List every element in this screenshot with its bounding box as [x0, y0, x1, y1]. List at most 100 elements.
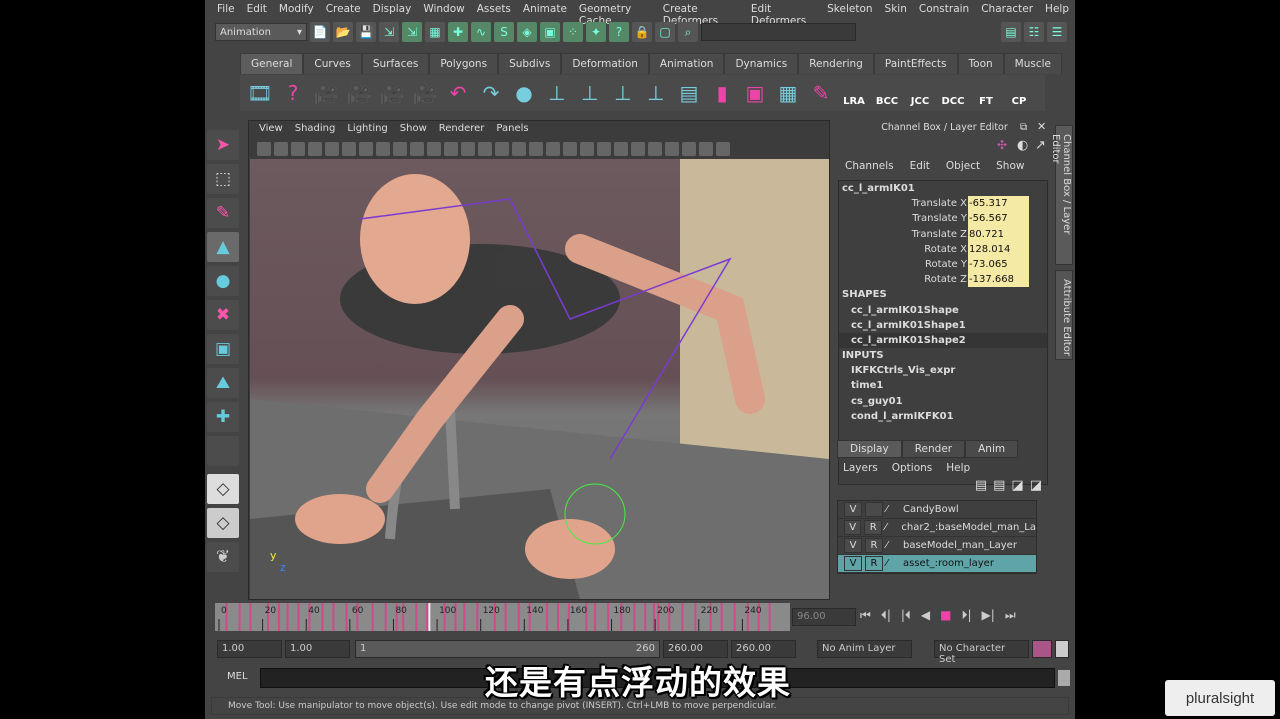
snap-live-icon[interactable]: ✦	[586, 22, 606, 42]
input-node[interactable]: time1	[839, 378, 1047, 393]
stop-icon[interactable]: ■	[940, 608, 951, 623]
shelf-button-dcc[interactable]: DCC	[939, 79, 967, 107]
menu-edit-deformers[interactable]: Edit Deformers	[745, 0, 821, 27]
attribute-row[interactable]: Rotate Y -73.065	[839, 256, 1047, 273]
menu-geometry-cache[interactable]: Geometry Cache	[573, 0, 657, 27]
viewport-tool-icon[interactable]	[614, 142, 628, 156]
reference-toggle[interactable]: R	[865, 538, 883, 553]
select-hierarchy-icon[interactable]: ⇲	[379, 22, 399, 42]
render-view-icon[interactable]: 🎞	[246, 79, 274, 107]
menu-create-deformers[interactable]: Create Deformers	[657, 0, 745, 27]
cubes-icon[interactable]: ▦	[774, 79, 802, 107]
anim-layer-dropdown[interactable]: No Anim Layer	[817, 640, 912, 658]
keyframe-mark[interactable]	[321, 603, 324, 631]
layer-color-swatch[interactable]: ⁄	[886, 504, 900, 515]
tab-render[interactable]: Render	[901, 440, 966, 458]
viewport-tool-icon[interactable]	[444, 142, 458, 156]
channel-menu-edit[interactable]: Edit	[902, 160, 938, 172]
tab-general[interactable]: General	[240, 53, 304, 74]
preferences-icon[interactable]	[1055, 640, 1069, 658]
snap-curve-icon[interactable]: ∿	[471, 22, 491, 42]
viewport-tool-icon[interactable]	[580, 142, 594, 156]
select-component-icon[interactable]: ▦	[425, 22, 445, 42]
viewport-tool-icon[interactable]	[682, 142, 696, 156]
playback-start-field[interactable]: 1.00	[285, 640, 350, 658]
keyframe-mark[interactable]	[238, 603, 241, 631]
menu-skin[interactable]: Skin	[879, 0, 913, 19]
keyframe-mark[interactable]	[286, 603, 289, 631]
tab-polygons[interactable]: Polygons	[429, 53, 499, 74]
tab-display[interactable]: Display	[837, 440, 902, 458]
viewport-menu-renderer[interactable]: Renderer	[433, 121, 491, 138]
select-tool-icon[interactable]: ➤	[207, 130, 239, 160]
select-object-icon[interactable]: ⇲	[402, 22, 422, 42]
viewport-menu-lighting[interactable]: Lighting	[341, 121, 393, 138]
last-tool-icon[interactable]	[207, 436, 239, 466]
viewport-menu-panels[interactable]: Panels	[490, 121, 534, 138]
keyframe-mark[interactable]	[504, 603, 507, 631]
viewport-tool-icon[interactable]	[427, 142, 441, 156]
tab-animation[interactable]: Animation	[648, 53, 725, 74]
object-name[interactable]: cc_l_armIK01	[839, 181, 1047, 196]
viewport-menu-show[interactable]: Show	[394, 121, 433, 138]
rotate-tool-icon[interactable]: ●	[207, 266, 239, 296]
tab-curves[interactable]: Curves	[303, 53, 362, 74]
go-to-end-icon[interactable]: ⏭	[1005, 608, 1016, 623]
keyframe-mark[interactable]	[546, 603, 549, 631]
step-back-frame-icon[interactable]: ⏴|	[881, 608, 891, 623]
layer-menu-options[interactable]: Options	[886, 462, 939, 474]
tab-painteffects[interactable]: PaintEffects	[873, 53, 958, 74]
menu-create[interactable]: Create	[320, 0, 367, 19]
menu-window[interactable]: Window	[417, 0, 470, 19]
show-manipulator-icon[interactable]: ✚	[207, 402, 239, 432]
keyframe-mark[interactable]	[249, 603, 252, 631]
viewport-tool-icon[interactable]	[529, 142, 543, 156]
new-layer-icon[interactable]: ▤	[993, 478, 1005, 498]
attribute-value[interactable]: 80.721	[968, 226, 1029, 242]
shelf-button-jcc[interactable]: JCC	[906, 79, 934, 107]
visibility-toggle[interactable]: V	[844, 520, 862, 535]
keyframe-mark[interactable]	[277, 603, 280, 631]
keyframe-mark[interactable]	[463, 603, 466, 631]
tab-subdivs[interactable]: Subdivs	[498, 53, 562, 74]
menu-modify[interactable]: Modify	[273, 0, 320, 19]
reference-toggle[interactable]: R	[864, 520, 882, 535]
move-tool-icon[interactable]: ▲	[207, 232, 239, 262]
character-set-dropdown[interactable]: No Character Set	[934, 640, 1029, 665]
graph-layout-icon[interactable]: ◇	[207, 508, 239, 538]
current-frame-field[interactable]: 96.00	[792, 608, 856, 626]
script-editor-icon[interactable]	[1058, 670, 1070, 686]
keyframe-mark[interactable]	[517, 603, 520, 631]
keyframe-mark[interactable]	[557, 603, 560, 631]
input-node[interactable]: IKFKCtrls_Vis_expr	[839, 363, 1047, 378]
step-back-key-icon[interactable]: |⏴	[901, 608, 911, 623]
current-time-marker[interactable]	[428, 603, 431, 631]
shape-node[interactable]: cc_l_armIK01Shape1	[839, 318, 1047, 333]
visibility-toggle[interactable]: V	[844, 538, 862, 553]
snap-vertex-icon[interactable]: ⁘	[563, 22, 583, 42]
viewport-tool-icon[interactable]	[461, 142, 475, 156]
mode-dropdown[interactable]: Animation ▾	[215, 23, 307, 41]
menu-animate[interactable]: Animate	[517, 0, 573, 19]
select-highlight-icon[interactable]: ▢	[655, 22, 675, 42]
menu-edit[interactable]: Edit	[241, 0, 273, 19]
attribute-row[interactable]: Translate Y -56.567	[839, 211, 1047, 227]
shelf-button-bcc[interactable]: BCC	[873, 79, 901, 107]
tab-attribute-editor[interactable]: Attribute Editor	[1055, 270, 1073, 360]
menu-file[interactable]: File	[211, 0, 241, 19]
visibility-toggle[interactable]: V	[844, 502, 862, 517]
shelf-button-ft[interactable]: FT	[972, 79, 1000, 107]
camera-icon[interactable]: 🎥	[345, 79, 373, 107]
shelf-button-cp[interactable]: CP	[1005, 79, 1033, 107]
viewport-tool-icon[interactable]	[495, 142, 509, 156]
float-icon[interactable]: ⧉	[1020, 122, 1027, 133]
keyframe-mark[interactable]	[476, 603, 479, 631]
channel-box-icon[interactable]: ☰	[1047, 22, 1067, 42]
quick-select-input[interactable]	[701, 23, 856, 41]
snap-point-icon[interactable]: S	[494, 22, 514, 42]
viewport-tool-icon[interactable]	[393, 142, 407, 156]
lasso-tool-icon[interactable]: ⬚	[207, 164, 239, 194]
layer-menu-layers[interactable]: Layers	[837, 462, 884, 474]
snap-plane-icon[interactable]: ◈	[517, 22, 537, 42]
viewport-tool-icon[interactable]	[563, 142, 577, 156]
